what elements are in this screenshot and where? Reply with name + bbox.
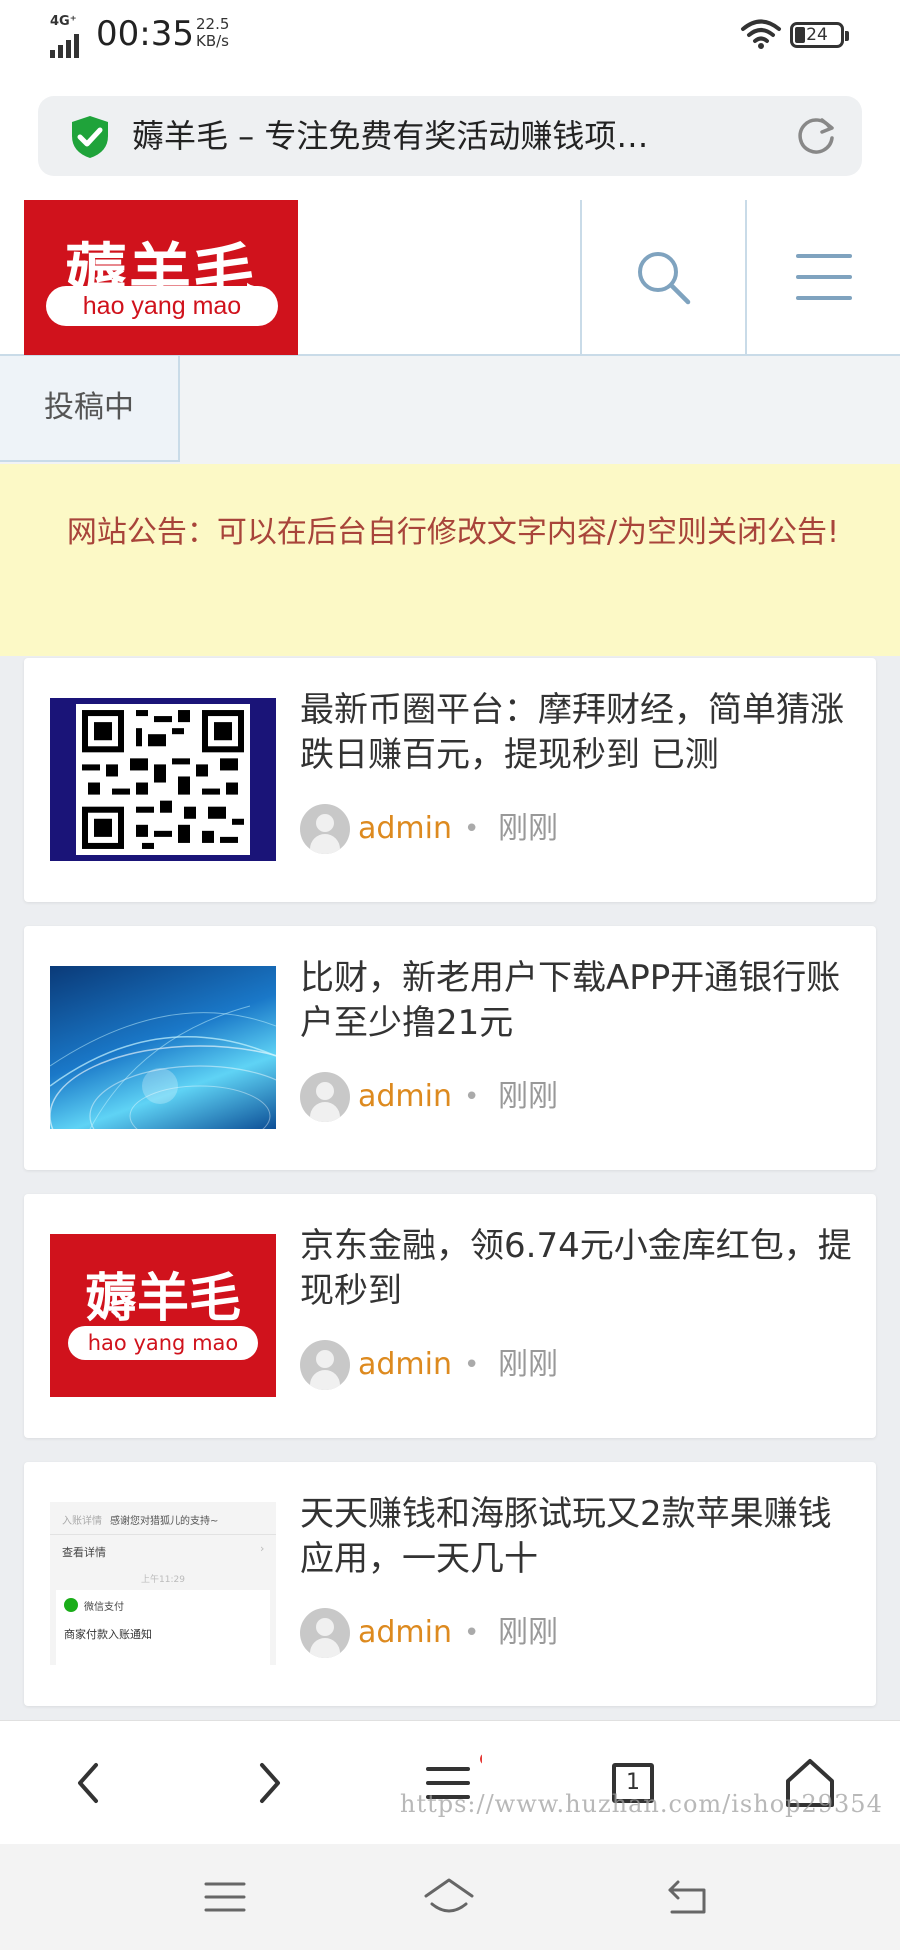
wechat-pay-icon xyxy=(64,1598,78,1612)
post-card[interactable]: 最新币圈平台：摩拜财经，简单猜涨跌日赚百元，提现秒到 已测 admin • 刚刚 xyxy=(24,658,876,902)
chevron-left-icon[interactable] xyxy=(58,1751,122,1815)
clock: 00:35 xyxy=(96,14,194,54)
browser-toolbar: 1 xyxy=(0,1720,900,1844)
qr-code-icon xyxy=(76,704,250,855)
speed-unit: KB/s xyxy=(196,32,229,50)
post-thumbnail[interactable]: 薅羊毛 hao yang mao xyxy=(50,1234,276,1397)
thumb-logo-pinyin: hao yang mao xyxy=(87,1331,239,1355)
address-bar[interactable]: 薅羊毛 – 专注免费有奖活动赚钱项… xyxy=(38,96,862,176)
post-title[interactable]: 京东金融，领6.74元小金库红包，提现秒到 xyxy=(300,1224,860,1314)
post-card[interactable]: 比财，新老用户下载APP开通银行账户至少撸21元 admin • 刚刚 xyxy=(24,926,876,1170)
notice-text: 网站公告：可以在后台自行修改文字内容/为空则关闭公告! xyxy=(66,515,840,550)
globe-image xyxy=(50,1005,276,1129)
post-author[interactable]: admin xyxy=(358,1612,452,1654)
meta-separator: • xyxy=(464,1618,480,1648)
post-meta: admin • 刚刚 xyxy=(300,1072,860,1124)
search-icon[interactable] xyxy=(634,248,692,306)
post-title[interactable]: 最新币圈平台：摩拜财经，简单猜涨跌日赚百元，提现秒到 已测 xyxy=(300,688,860,778)
network-speed: 22.5 KB/s xyxy=(196,16,229,50)
post-thumbnail[interactable] xyxy=(50,966,276,1129)
system-nav-bar xyxy=(0,1844,900,1950)
menu-icon[interactable] xyxy=(200,1874,250,1920)
post-meta: admin • 刚刚 xyxy=(300,804,860,856)
shield-check-icon xyxy=(72,116,108,158)
logo-pinyin: hao yang mao xyxy=(82,292,242,320)
browser-address-area: 薅羊毛 – 专注免费有奖活动赚钱项… xyxy=(0,72,900,200)
avatar xyxy=(300,1608,350,1658)
signal-bars-icon xyxy=(50,34,86,58)
speed-value: 22.5 xyxy=(196,15,230,33)
network-type: 4G⁺ xyxy=(50,14,77,29)
divider xyxy=(745,200,747,355)
post-title[interactable]: 天天赚钱和海豚试玩又2款苹果赚钱应用，一天几十 xyxy=(300,1492,860,1582)
post-author[interactable]: admin xyxy=(358,1344,452,1386)
page-title: 薅羊毛 – 专注免费有奖活动赚钱项… xyxy=(132,117,649,155)
thumb-line: 入账详情 xyxy=(62,1516,102,1527)
reload-icon[interactable] xyxy=(794,114,838,158)
meta-separator: • xyxy=(464,814,480,844)
avatar xyxy=(300,804,350,854)
post-card[interactable]: 入账详情 感谢您对猎狐儿的支持~ 查看详情 › 上午11:29 微信支付 商家付… xyxy=(24,1462,876,1706)
wifi-icon xyxy=(741,19,781,49)
post-author[interactable]: admin xyxy=(358,808,452,850)
meta-separator: • xyxy=(464,1350,480,1380)
post-title[interactable]: 比财，新老用户下载APP开通银行账户至少撸21元 xyxy=(300,956,860,1046)
post-thumbnail[interactable]: 入账详情 感谢您对猎狐儿的支持~ 查看详情 › 上午11:29 微信支付 商家付… xyxy=(50,1502,276,1665)
chevron-right-icon[interactable] xyxy=(236,1751,300,1815)
status-bar: 4G⁺ 00:35 22.5 KB/s 24 xyxy=(0,0,900,72)
post-card[interactable]: 薅羊毛 hao yang mao 京东金融，领6.74元小金库红包，提现秒到 a… xyxy=(24,1194,876,1438)
chevron-right-icon: › xyxy=(260,1542,265,1555)
post-time: 刚刚 xyxy=(498,1079,558,1114)
post-meta: admin • 刚刚 xyxy=(300,1340,860,1392)
thumb-logo-text: 薅羊毛 xyxy=(84,1268,241,1329)
thumb-line: 商家付款入账通知 xyxy=(64,1628,152,1641)
tab-row: 投稿中 xyxy=(0,356,900,464)
thumb-line: 感谢您对猎狐儿的支持~ xyxy=(110,1516,219,1527)
thumb-line: 查看详情 xyxy=(62,1546,106,1559)
watermark: https://www.huzhan.com/ishop29354 xyxy=(400,1790,883,1818)
site-notice: 网站公告：可以在后台自行修改文字内容/为空则关闭公告! xyxy=(0,464,900,656)
battery-level: 24 xyxy=(806,25,828,45)
thumb-line: 微信支付 xyxy=(84,1602,124,1613)
back-icon[interactable] xyxy=(662,1874,712,1920)
post-author[interactable]: admin xyxy=(358,1076,452,1118)
battery-icon: 24 xyxy=(790,22,849,48)
avatar xyxy=(300,1340,350,1390)
post-time: 刚刚 xyxy=(498,811,558,846)
thumb-line: 上午11:29 xyxy=(141,1575,185,1585)
menu-icon[interactable] xyxy=(796,252,852,302)
post-meta: admin • 刚刚 xyxy=(300,1608,860,1660)
divider xyxy=(580,200,582,355)
site-header: 薅羊毛 hao yang mao xyxy=(0,200,900,356)
tab-submit[interactable]: 投稿中 xyxy=(0,356,180,462)
avatar xyxy=(300,1072,350,1122)
meta-separator: • xyxy=(464,1082,480,1112)
home-icon[interactable] xyxy=(424,1874,474,1920)
post-thumbnail[interactable] xyxy=(50,698,276,861)
post-time: 刚刚 xyxy=(498,1615,558,1650)
post-time: 刚刚 xyxy=(498,1347,558,1382)
site-logo[interactable]: 薅羊毛 hao yang mao xyxy=(24,200,298,355)
